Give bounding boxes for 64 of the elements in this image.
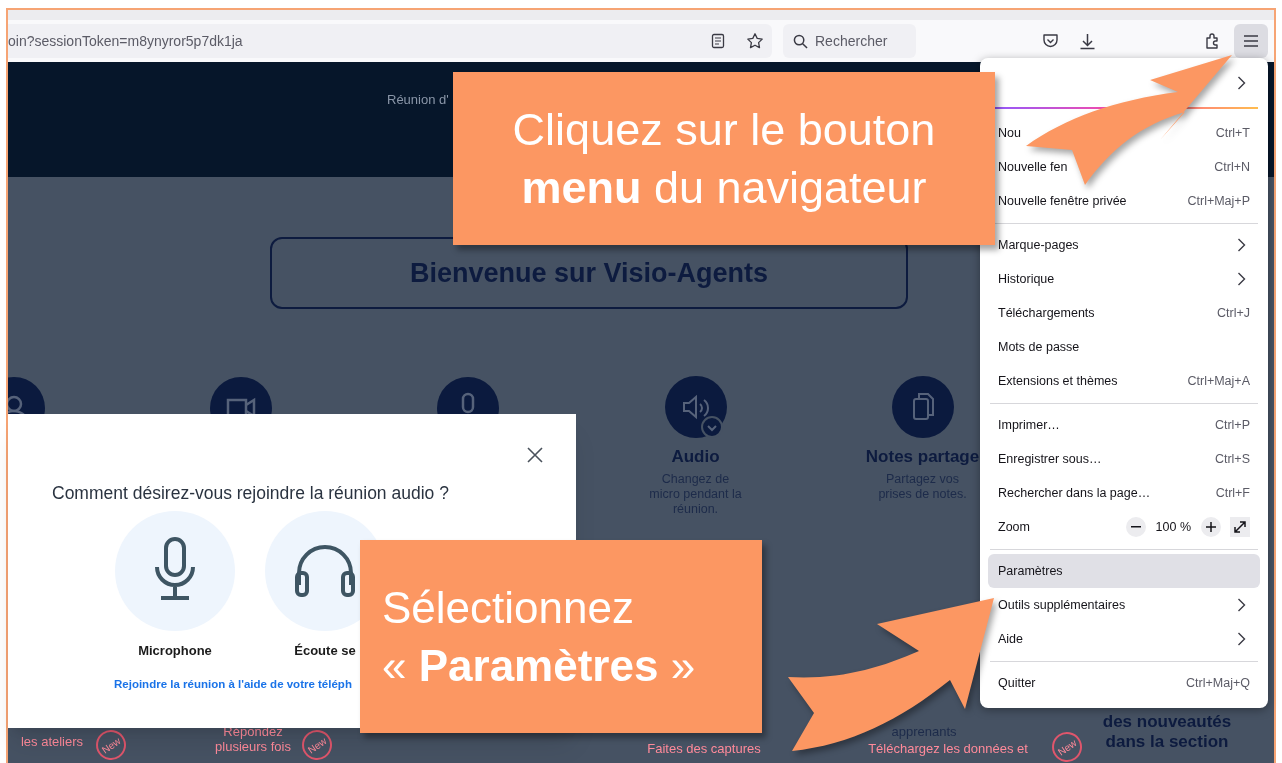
- url-text: oin?sessionToken=m8ynyror5p7dk1ja: [8, 31, 243, 51]
- feature-icon: [663, 375, 728, 439]
- callout-text: Cliquez sur le bouton menu du navigateur: [511, 102, 937, 215]
- menu-item[interactable]: Marque-pages: [998, 235, 1079, 255]
- menu-item[interactable]: Aide: [998, 629, 1024, 649]
- search-field[interactable]: Rechercher: [783, 24, 916, 58]
- menu-item[interactable]: Imprimer…: [998, 415, 1060, 435]
- star-icon[interactable]: [746, 32, 764, 50]
- minus-icon: [1130, 526, 1141, 528]
- download-icon[interactable]: [1079, 32, 1096, 50]
- pocket-icon[interactable]: [1042, 33, 1059, 49]
- shortcut-text: Ctrl+F: [1215, 484, 1250, 502]
- menu-item-label: Zoom: [998, 518, 1030, 536]
- zoom-level: 100 %: [1155, 518, 1191, 536]
- background-text: Répondez plusieurs fois: [214, 724, 292, 754]
- plus-icon: [1206, 522, 1216, 532]
- callout-text: Sélectionnez « Paramètres »: [382, 581, 697, 692]
- header-text: Réunion d': [387, 92, 449, 107]
- menu-item[interactable]: Extensions et thèmes: [998, 371, 1118, 391]
- menu-button[interactable]: [1234, 24, 1268, 58]
- zoom-in-button[interactable]: [1201, 517, 1221, 537]
- option-button[interactable]: [115, 511, 235, 631]
- menu-item[interactable]: Nouvelle fen: [998, 157, 1068, 177]
- dialog-title: Comment désirez-vous rejoindre la réunion audio ?: [52, 482, 449, 505]
- menu-item[interactable]: Quitter: [998, 673, 1036, 693]
- address-bar[interactable]: oin?sessionToken=m8ynyror5p7dk1ja: [8, 24, 772, 58]
- shortcut-text: Ctrl+N: [1214, 158, 1250, 176]
- shortcut-text: Ctrl+Maj+P: [1187, 192, 1250, 210]
- reader-view-icon[interactable]: [710, 33, 726, 49]
- fullscreen-button[interactable]: [1230, 517, 1250, 537]
- feature-icon: [209, 376, 273, 414]
- menu-icon: [1244, 35, 1258, 47]
- shortcut-text: Ctrl+J: [1217, 304, 1250, 322]
- option-label: Microphone: [138, 642, 212, 660]
- shortcut-text: Ctrl+P: [1214, 416, 1250, 434]
- menu-item[interactable]: Nouvelle fenêtre privée: [998, 191, 1127, 211]
- background-text: Faites des captures: [646, 741, 762, 756]
- menu-item[interactable]: Mots de passe: [998, 337, 1080, 357]
- search-icon: [793, 33, 808, 49]
- shortcut-text: Ctrl+T: [1215, 124, 1250, 142]
- close-icon[interactable]: [527, 447, 543, 463]
- feature-title: Notes partage: [865, 446, 980, 468]
- menu-item[interactable]: Nou: [998, 123, 1021, 143]
- search-placeholder: Rechercher: [815, 31, 888, 51]
- feature-icon: [8, 376, 46, 414]
- feature-icon: [436, 376, 500, 414]
- shortcut-text: Ctrl+S: [1214, 450, 1250, 468]
- menu-item[interactable]: Enregistrer sous…: [998, 449, 1102, 469]
- shortcut-text: Ctrl+Maj+A: [1187, 372, 1250, 390]
- background-text: Téléchargez les données et: [867, 741, 1029, 756]
- menu-item[interactable]: Outils supplémentaires: [998, 595, 1126, 615]
- option-label: Écoute se: [294, 642, 356, 660]
- menu-item[interactable]: Historique: [998, 269, 1055, 289]
- expand-icon: [1234, 521, 1246, 533]
- menu-item[interactable]: Rechercher dans la page…: [998, 483, 1151, 503]
- phone-join-link[interactable]: Rejoindre la réunion à l'aide de votre téléph: [114, 676, 352, 694]
- background-text: des nouveautés dans la section: [1101, 712, 1233, 752]
- zoom-out-button[interactable]: [1125, 517, 1146, 537]
- feature-title: Audio: [671, 446, 720, 468]
- shortcut-text: Ctrl+Maj+Q: [1186, 674, 1250, 692]
- background-text: les ateliers: [19, 734, 85, 749]
- highlighted-menu-item[interactable]: Paramètres: [988, 554, 1260, 588]
- feature-icon: [890, 375, 955, 439]
- menu-item[interactable]: Téléchargements: [998, 303, 1095, 323]
